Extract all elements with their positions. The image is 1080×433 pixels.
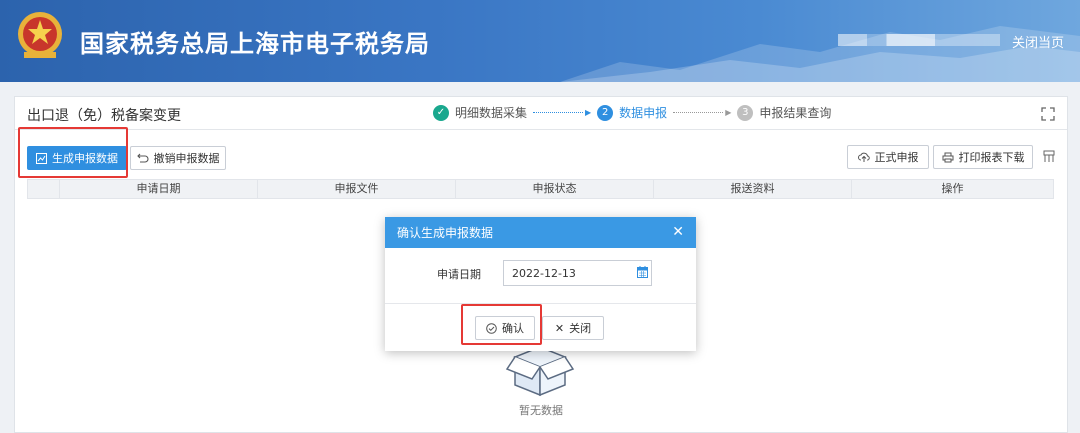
close-dialog-button[interactable]: ✕ 关闭 xyxy=(542,316,604,340)
table-header: 申请日期 申报文件 申报状态 报送资料 操作 xyxy=(27,179,1054,199)
confirm-button[interactable]: 确认 xyxy=(475,316,535,340)
step-2-circle: 2 xyxy=(597,104,614,121)
user-info-blurred xyxy=(838,34,1000,46)
check-circle-icon xyxy=(486,322,497,334)
close-page-link[interactable]: 关闭当页 xyxy=(1012,32,1064,51)
calendar-icon[interactable] xyxy=(637,266,648,278)
print-report-download-button[interactable]: 打印报表下载 xyxy=(933,145,1033,169)
page-title: 出口退（免）税备案变更 xyxy=(27,108,181,124)
dialog-title: 确认生成申报数据 xyxy=(397,226,494,240)
column-header-date[interactable]: 申请日期 xyxy=(60,180,258,198)
column-header-status[interactable]: 申报状态 xyxy=(456,180,654,198)
arrow-right-icon: ▶ xyxy=(725,108,732,117)
tax-emblem-logo xyxy=(18,12,62,58)
step-connector xyxy=(533,112,584,113)
step-connector xyxy=(673,112,724,113)
undo-icon xyxy=(136,153,148,163)
printer-icon xyxy=(942,152,953,162)
step-1-check-icon: ✓ xyxy=(433,104,449,121)
fullscreen-icon[interactable] xyxy=(1041,107,1055,121)
arrow-right-icon: ▶ xyxy=(585,108,592,117)
revoke-report-data-button[interactable]: 撤销申报数据 xyxy=(130,146,226,170)
table-header-cell xyxy=(28,180,60,198)
submit-label: 正式申报 xyxy=(874,151,919,164)
divider xyxy=(385,303,696,304)
step-2-label[interactable]: 数据申报 xyxy=(619,104,667,121)
column-settings-icon[interactable] xyxy=(1043,150,1055,163)
apply-date-input[interactable] xyxy=(503,260,652,286)
formal-submit-button[interactable]: 正式申报 xyxy=(847,145,929,169)
site-title: 国家税务总局上海市电子税务局 xyxy=(80,30,430,58)
step-3-label[interactable]: 申报结果查询 xyxy=(759,104,831,121)
dialog-header: 确认生成申报数据 ✕ xyxy=(385,217,696,248)
column-header-actions[interactable]: 操作 xyxy=(852,180,1053,198)
print-label: 打印报表下载 xyxy=(958,151,1025,164)
close-x-icon: ✕ xyxy=(554,321,565,335)
chart-icon xyxy=(36,152,47,164)
upload-cloud-icon xyxy=(857,152,870,162)
confirm-generate-dialog: 确认生成申报数据 ✕ 申请日期 确认 ✕ 关闭 xyxy=(385,217,696,351)
step-progress: ✓ 明细数据采集 ▶ 2 数据申报 ▶ 3 申报结果查询 xyxy=(433,104,837,121)
confirm-label: 确认 xyxy=(502,322,524,335)
generate-label: 生成申报数据 xyxy=(52,152,118,165)
date-field-label: 申请日期 xyxy=(437,268,481,281)
empty-state-text: 暂无数据 xyxy=(519,404,563,417)
divider xyxy=(15,129,1067,130)
close-icon[interactable]: ✕ xyxy=(672,224,684,240)
generate-report-data-button[interactable]: 生成申报数据 xyxy=(27,146,127,170)
step-1-label[interactable]: 明细数据采集 xyxy=(455,104,527,121)
column-header-materials[interactable]: 报送资料 xyxy=(654,180,852,198)
revoke-label: 撤销申报数据 xyxy=(153,152,220,165)
step-3-circle: 3 xyxy=(737,104,754,121)
close-label: 关闭 xyxy=(569,322,592,335)
mountain-decoration xyxy=(560,26,1080,82)
site-header: 国家税务总局上海市电子税务局 关闭当页 xyxy=(0,0,1080,82)
column-header-file[interactable]: 申报文件 xyxy=(258,180,456,198)
